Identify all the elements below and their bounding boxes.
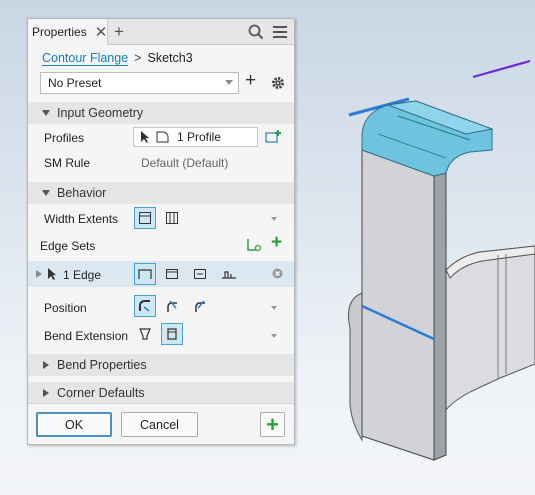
section-label: Behavior [57, 186, 107, 200]
menu-icon[interactable] [272, 24, 288, 40]
cancel-label: Cancel [140, 417, 179, 432]
chevron-down-icon [42, 110, 50, 116]
edge-chain-icon[interactable] [246, 237, 262, 253]
main-wall-front [361, 149, 435, 461]
preset-row: No Preset + [40, 70, 290, 94]
width-extents-width-button[interactable] [161, 207, 183, 229]
bend-extension-option-1[interactable] [134, 323, 156, 345]
bend-position-icon [167, 300, 177, 312]
gear-icon[interactable] [271, 76, 285, 90]
panel-tabbar: Properties ✕ + [28, 19, 294, 45]
position-label: Position [44, 301, 87, 315]
width-extents-edge-button[interactable] [134, 207, 156, 229]
chevron-down-icon[interactable] [271, 306, 277, 310]
section-input-geometry[interactable]: Input Geometry [28, 102, 294, 124]
chevron-right-icon [43, 361, 49, 369]
breadcrumb-separator: > [134, 51, 142, 65]
width-extents-label: Width Extents [44, 212, 119, 226]
profiles-value: 1 Profile [177, 130, 222, 144]
ok-label: OK [64, 417, 84, 432]
preset-value: No Preset [48, 76, 102, 90]
add-icon: + [266, 411, 279, 437]
chevron-down-icon [42, 190, 50, 196]
footer-divider [28, 403, 294, 404]
cursor-icon [141, 131, 149, 143]
section-bend-properties[interactable]: Bend Properties [28, 354, 294, 376]
main-wall-side [433, 172, 447, 461]
chevron-down-icon [225, 80, 233, 85]
chevron-down-icon[interactable] [271, 334, 277, 338]
preset-dropdown[interactable]: No Preset [40, 72, 239, 94]
apply-button[interactable]: + [260, 412, 285, 437]
breadcrumb-sketch: Sketch3 [147, 51, 193, 65]
edge-sets-label: Edge Sets [40, 239, 96, 253]
tab-label: Properties [32, 25, 87, 39]
chevron-right-icon [43, 389, 49, 397]
section-label: Input Geometry [57, 106, 144, 120]
bend-extension-icon [167, 328, 177, 340]
width-extents-icon [166, 212, 178, 224]
bend-extension-label: Bend Extension [44, 329, 129, 343]
add-preset-icon[interactable]: + [245, 70, 256, 92]
profiles-selector[interactable]: 1 Profile [133, 127, 258, 147]
lower-bend [348, 292, 363, 442]
bend-extension-icon [139, 328, 151, 340]
close-icon[interactable]: ✕ [95, 25, 108, 40]
sm-rule-label: SM Rule [44, 156, 91, 170]
edge-value: 1 Edge [63, 268, 102, 282]
edge-option-2[interactable] [161, 263, 183, 285]
bend-position-icon [195, 300, 205, 312]
profiles-label: Profiles [44, 131, 85, 145]
sketch-line [472, 59, 531, 79]
flange-icon [138, 269, 152, 279]
bend-extension-option-2[interactable] [161, 323, 183, 345]
bend-position-icon [139, 300, 150, 312]
edge-set-row[interactable]: 1 Edge [28, 261, 294, 287]
section-label: Bend Properties [57, 358, 147, 372]
chevron-right-icon[interactable] [36, 270, 42, 278]
flange-icon [222, 271, 236, 279]
edge-option-4[interactable] [218, 263, 240, 285]
flange-icon [166, 269, 178, 279]
chevron-down-icon[interactable] [271, 217, 277, 221]
sm-rule-value[interactable]: Default (Default) [141, 156, 228, 170]
position-option-3[interactable] [189, 295, 211, 317]
ok-button[interactable]: OK [36, 412, 112, 437]
properties-panel: Properties ✕ + Contour Flange > Sketch3 … [27, 18, 295, 445]
position-option-1[interactable] [134, 295, 156, 317]
tab-properties[interactable]: Properties ✕ [28, 19, 108, 45]
position-option-2[interactable] [161, 295, 183, 317]
info-icon[interactable] [272, 268, 283, 279]
section-label: Corner Defaults [57, 386, 145, 400]
search-icon[interactable] [248, 24, 264, 40]
add-profile-icon[interactable] [265, 129, 283, 145]
width-extents-icon [139, 212, 151, 224]
add-edge-set-icon[interactable]: + [271, 232, 282, 254]
edge-option-1[interactable] [134, 263, 156, 285]
cursor-icon [48, 268, 56, 280]
flange-icon [194, 269, 206, 279]
breadcrumb-feature[interactable]: Contour Flange [42, 51, 129, 66]
section-corner-defaults[interactable]: Corner Defaults [28, 382, 294, 404]
breadcrumb: Contour Flange > Sketch3 [28, 45, 294, 71]
section-behavior[interactable]: Behavior [28, 182, 294, 204]
edge-option-3[interactable] [189, 263, 211, 285]
add-tab-icon[interactable]: + [114, 22, 124, 42]
cancel-button[interactable]: Cancel [121, 412, 198, 437]
profile-icon [156, 131, 169, 143]
